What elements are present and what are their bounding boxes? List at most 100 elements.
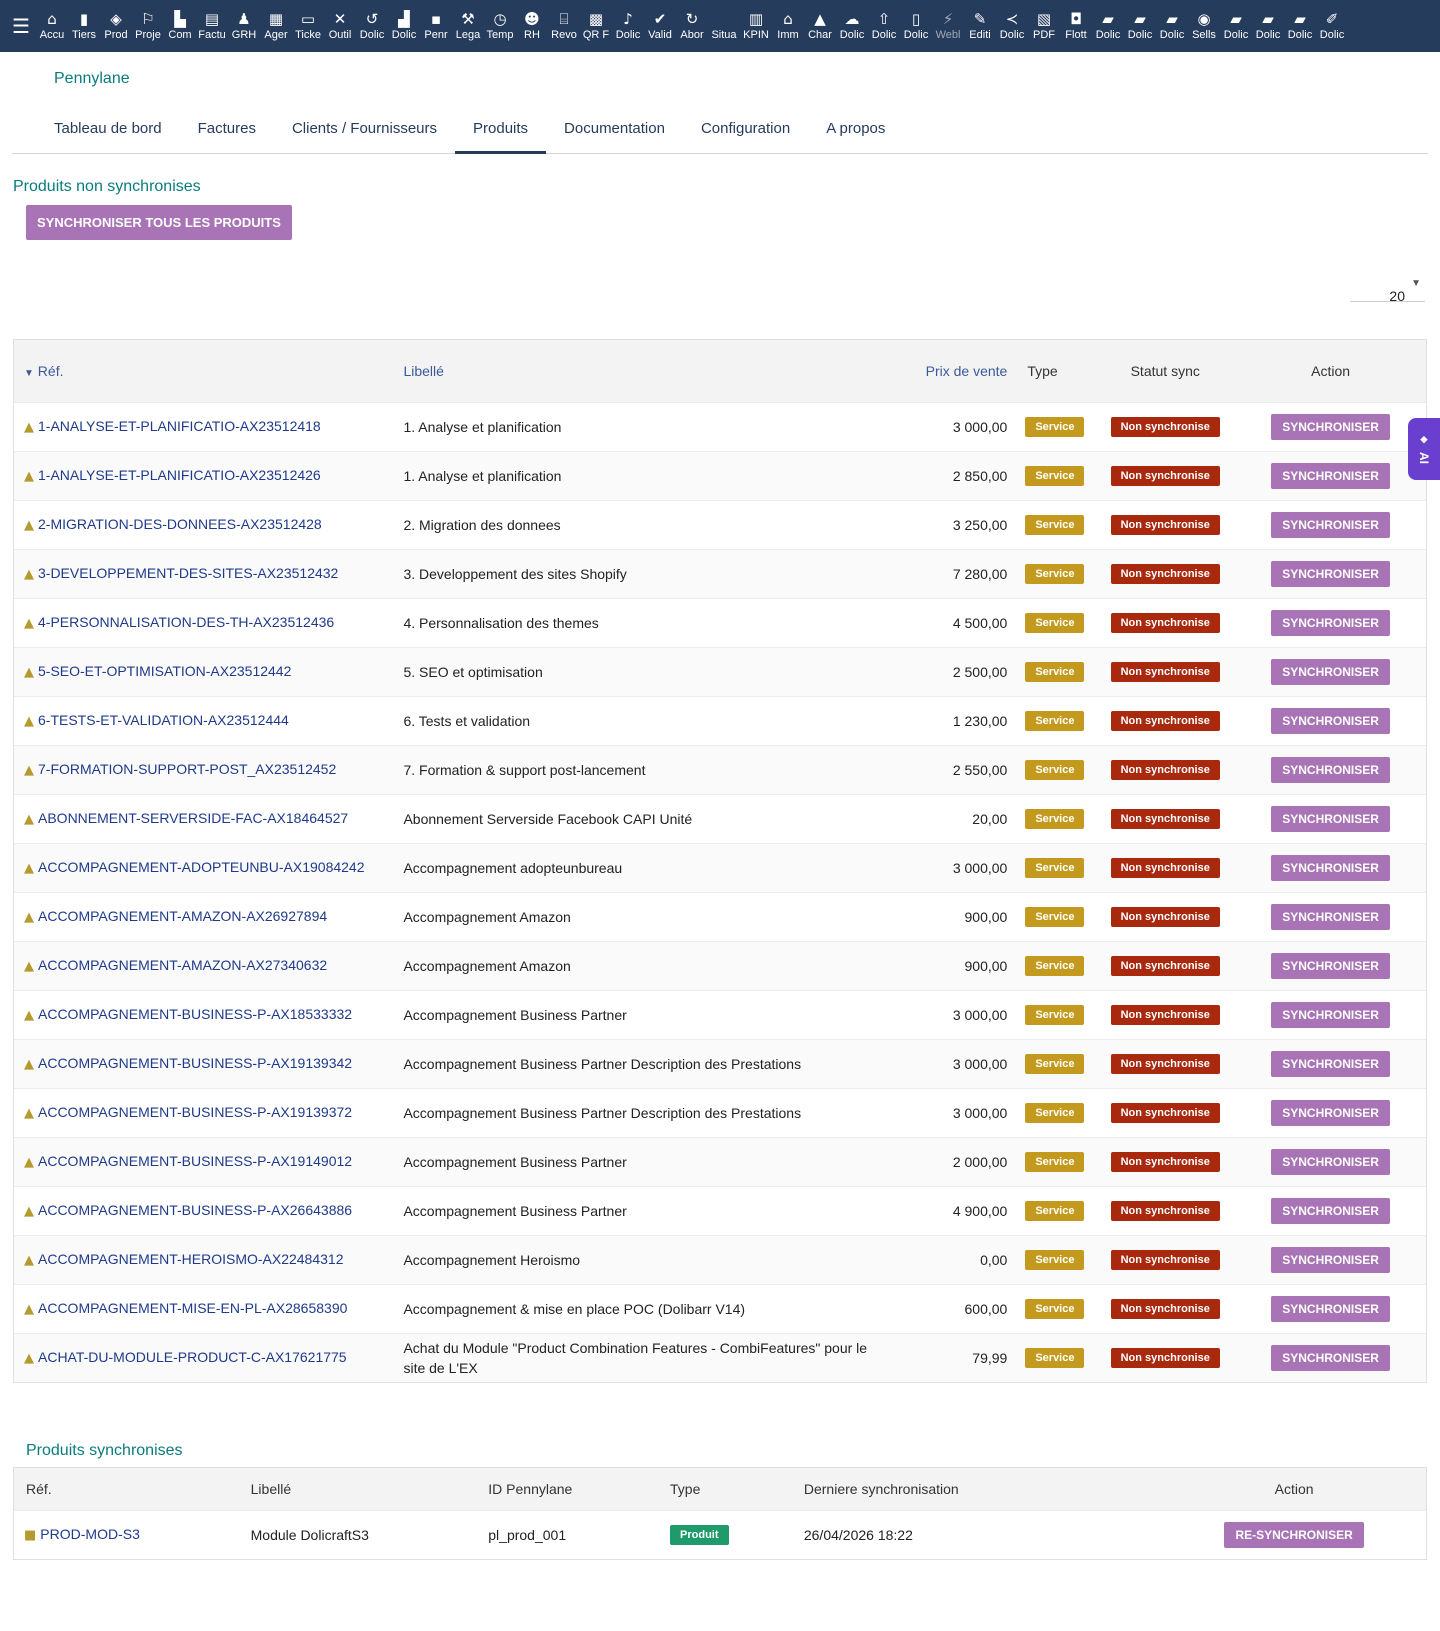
tab-documentation[interactable]: Documentation — [546, 120, 683, 154]
top-menu-item[interactable]: ▮ Tiers — [68, 0, 100, 52]
product-ref-link[interactable]: ACCOMPAGNEMENT-BUSINESS-P-AX26643886 — [38, 1202, 352, 1218]
header-ref[interactable]: ▼ Réf. — [14, 340, 392, 402]
ai-assistant-tab[interactable]: ◆ AI — [1408, 418, 1440, 480]
top-menu-item[interactable]: ▰ Dolic — [1252, 0, 1284, 52]
top-menu-item[interactable]: ▪ Penr — [420, 0, 452, 52]
product-ref-link[interactable]: 1-ANALYSE-ET-PLANIFICATIO-AX23512418 — [38, 418, 321, 434]
top-menu-item[interactable]: ◷ Temp — [484, 0, 516, 52]
top-menu-label: Temp — [486, 28, 514, 41]
top-menu-item[interactable]: ⇧ Dolic — [868, 0, 900, 52]
product-ref-link[interactable]: 7-FORMATION-SUPPORT-POST_AX23512452 — [38, 761, 336, 777]
top-menu-item[interactable]: ▦ Ager — [260, 0, 292, 52]
synchroniser-button[interactable]: SYNCHRONISER — [1271, 903, 1390, 930]
top-menu-item[interactable]: ♟ GRH — [228, 0, 260, 52]
product-ref-link[interactable]: 3-DEVELOPPEMENT-DES-SITES-AX23512432 — [38, 565, 338, 581]
synchroniser-button[interactable]: SYNCHRONISER — [1271, 1246, 1390, 1273]
synchroniser-button[interactable]: SYNCHRONISER — [1271, 1344, 1390, 1371]
top-menu-item[interactable]: ▰ Dolic — [1284, 0, 1316, 52]
page-limit-select[interactable]: 20 ▼ — [1350, 278, 1425, 304]
tab-clients-fournisseurs[interactable]: Clients / Fournisseurs — [274, 120, 455, 154]
sync-all-products-button[interactable]: SYNCHRONISER TOUS LES PRODUITS — [26, 205, 292, 240]
menu-module-icon: ▰ — [1230, 9, 1242, 28]
product-ref-link[interactable]: ACCOMPAGNEMENT-BUSINESS-P-AX19139372 — [38, 1104, 352, 1120]
synchroniser-button[interactable]: SYNCHRONISER — [1271, 609, 1390, 636]
top-menu-item[interactable]: ♪ Dolic — [612, 0, 644, 52]
tab-a-propos[interactable]: A propos — [808, 120, 903, 154]
product-ref-link[interactable]: ACCOMPAGNEMENT-BUSINESS-P-AX18533332 — [38, 1006, 352, 1022]
product-ref-link[interactable]: 1-ANALYSE-ET-PLANIFICATIO-AX23512426 — [38, 467, 321, 483]
top-menu-item[interactable]: ▰ Dolic — [1124, 0, 1156, 52]
top-menu-item[interactable]: ▙ Com — [164, 0, 196, 52]
top-menu-item[interactable]: ▩ QR F — [580, 0, 612, 52]
header-prix[interactable]: Prix de vente — [905, 340, 1016, 402]
top-menu-item[interactable]: ⌂ Imm — [772, 0, 804, 52]
top-menu-item[interactable]: ▧ PDF — [1028, 0, 1060, 52]
top-menu-item[interactable]: ↺ Dolic — [356, 0, 388, 52]
top-menu-item[interactable]: ⚒ Lega — [452, 0, 484, 52]
product-ref-link[interactable]: ACCOMPAGNEMENT-HEROISMO-AX22484312 — [38, 1251, 344, 1267]
tab-configuration[interactable]: Configuration — [683, 120, 808, 154]
top-menu-item[interactable]: ▭ Ticke — [292, 0, 324, 52]
top-menu-item[interactable]: ☻ RH — [516, 0, 548, 52]
synchroniser-button[interactable]: SYNCHRONISER — [1271, 658, 1390, 685]
top-menu-item[interactable]: ◘ Flott — [1060, 0, 1092, 52]
product-ref-link[interactable]: ACCOMPAGNEMENT-BUSINESS-P-AX19149012 — [38, 1153, 352, 1169]
top-menu-item[interactable]: ▰ Dolic — [1156, 0, 1188, 52]
top-menu-item[interactable]: ▯ Dolic — [900, 0, 932, 52]
synchroniser-button[interactable]: SYNCHRONISER — [1271, 462, 1390, 489]
top-menu-item[interactable]: ▰ Dolic — [1220, 0, 1252, 52]
top-menu-item[interactable]: ⌸ Revo — [548, 0, 580, 52]
product-ref-link[interactable]: ACCOMPAGNEMENT-MISE-EN-PL-AX28658390 — [38, 1300, 347, 1316]
synchroniser-button[interactable]: SYNCHRONISER — [1271, 1050, 1390, 1077]
hamburger-menu-icon[interactable]: ☰ — [6, 0, 36, 52]
top-menu-item[interactable]: ☁ Dolic — [836, 0, 868, 52]
synchroniser-button[interactable]: SYNCHRONISER — [1271, 413, 1390, 440]
synchroniser-button[interactable]: SYNCHRONISER — [1271, 805, 1390, 832]
product-ref-link[interactable]: 6-TESTS-ET-VALIDATION-AX23512444 — [38, 712, 289, 728]
product-ref-link[interactable]: PROD-MOD-S3 — [40, 1526, 140, 1542]
tab-produits[interactable]: Produits — [455, 120, 547, 154]
top-menu-item[interactable]: ✔ Valid — [644, 0, 676, 52]
synchroniser-button[interactable]: SYNCHRONISER — [1271, 707, 1390, 734]
re-synchroniser-button[interactable]: RE-SYNCHRONISER — [1224, 1521, 1364, 1548]
top-menu-item[interactable]: ↻ Abor — [676, 0, 708, 52]
top-menu-item[interactable]: ◉ Sells — [1188, 0, 1220, 52]
synchroniser-button[interactable]: SYNCHRONISER — [1271, 952, 1390, 979]
product-ref-link[interactable]: 2-MIGRATION-DES-DONNEES-AX23512428 — [38, 516, 322, 532]
product-ref-link[interactable]: ACCOMPAGNEMENT-AMAZON-AX26927894 — [38, 908, 327, 924]
top-menu-item[interactable]: ▥ KPIN — [740, 0, 772, 52]
top-menu-item[interactable]: Situa — [708, 0, 740, 52]
top-menu-item[interactable]: ⚐ Proje — [132, 0, 164, 52]
synchroniser-button[interactable]: SYNCHRONISER — [1271, 1295, 1390, 1322]
top-menu-item[interactable]: ⚡ Webl — [932, 0, 964, 52]
top-menu-item[interactable]: ◈ Prod — [100, 0, 132, 52]
top-menu-item[interactable]: ▰ Dolic — [1092, 0, 1124, 52]
synchroniser-button[interactable]: SYNCHRONISER — [1271, 756, 1390, 783]
service-icon: ▲ — [24, 959, 34, 974]
top-menu-item[interactable]: ✐ Dolic — [1316, 0, 1348, 52]
synchroniser-button[interactable]: SYNCHRONISER — [1271, 1001, 1390, 1028]
top-menu-item[interactable]: ✎ Editi — [964, 0, 996, 52]
synchroniser-button[interactable]: SYNCHRONISER — [1271, 1099, 1390, 1126]
top-menu-item[interactable]: ⌂ Accu — [36, 0, 68, 52]
top-menu-item[interactable]: ▟ Dolic — [388, 0, 420, 52]
synchroniser-button[interactable]: SYNCHRONISER — [1271, 1148, 1390, 1175]
synchroniser-button[interactable]: SYNCHRONISER — [1271, 511, 1390, 538]
top-menu-item[interactable]: ≺ Dolic — [996, 0, 1028, 52]
header-libelle[interactable]: Libellé — [391, 340, 906, 402]
product-ref-link[interactable]: ACCOMPAGNEMENT-BUSINESS-P-AX19139342 — [38, 1055, 352, 1071]
top-menu-item[interactable]: ✕ Outil — [324, 0, 356, 52]
product-ref-link[interactable]: ACHAT-DU-MODULE-PRODUCT-C-AX17621775 — [38, 1349, 347, 1365]
tab-factures[interactable]: Factures — [180, 120, 274, 154]
synchroniser-button[interactable]: SYNCHRONISER — [1271, 560, 1390, 587]
product-ref-link[interactable]: 5-SEO-ET-OPTIMISATION-AX23512442 — [38, 663, 291, 679]
product-ref-link[interactable]: ABONNEMENT-SERVERSIDE-FAC-AX18464527 — [38, 810, 348, 826]
top-menu-item[interactable]: ▲ Char — [804, 0, 836, 52]
product-ref-link[interactable]: ACCOMPAGNEMENT-AMAZON-AX27340632 — [38, 957, 327, 973]
product-ref-link[interactable]: 4-PERSONNALISATION-DES-TH-AX23512436 — [38, 614, 334, 630]
synchroniser-button[interactable]: SYNCHRONISER — [1271, 1197, 1390, 1224]
synchroniser-button[interactable]: SYNCHRONISER — [1271, 854, 1390, 881]
product-ref-link[interactable]: ACCOMPAGNEMENT-ADOPTEUNBU-AX19084242 — [38, 859, 365, 875]
tab-tableau-de-bord[interactable]: Tableau de bord — [36, 120, 180, 154]
top-menu-item[interactable]: ▤ Factu — [196, 0, 228, 52]
